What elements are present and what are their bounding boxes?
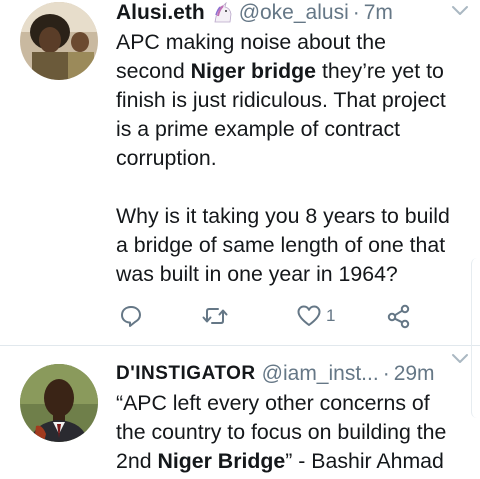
tweet-text-line: is a prime example of contract: [116, 117, 401, 141]
tweet-text-line: “APC left every other concerns of: [116, 391, 430, 415]
user-handle[interactable]: @oke_alusi: [239, 1, 349, 25]
tweet-text-line: APC making noise about the: [116, 30, 386, 54]
tweet-timestamp[interactable]: 7m: [364, 1, 393, 25]
avatar-photo: [20, 2, 98, 80]
tweet-text-line: the country to focus on building the: [116, 420, 447, 444]
chevron-down-icon[interactable]: [450, 352, 470, 366]
tweet-text-line: second Niger bridge they’re yet to: [116, 59, 444, 83]
retweet-icon: [202, 308, 228, 324]
separator-dot: ·: [352, 1, 360, 24]
tweet-text-line: finish is just ridiculous. That project: [116, 88, 446, 112]
share-button[interactable]: [386, 300, 412, 332]
like-icon: [297, 305, 321, 326]
hashtag-keyword: Niger bridge: [190, 59, 317, 83]
separator-dot: ·: [382, 362, 390, 385]
avatar-photo: [20, 364, 98, 442]
avatar[interactable]: [20, 364, 98, 442]
tweet-text-line: 2nd Niger Bridge” - Bashir Ahmad: [116, 449, 444, 473]
tweet-header: D'INSTIGATOR @iam_inst... · 29m: [116, 360, 464, 388]
tweet-text-line: Why is it taking you 8 years to build: [116, 204, 450, 228]
tweet[interactable]: D'INSTIGATOR @iam_inst... · 29m “APC lef…: [0, 346, 480, 479]
avatar[interactable]: [20, 2, 98, 80]
unicorn-emoji-icon: [211, 1, 235, 24]
retweet-button[interactable]: [201, 300, 229, 332]
chevron-down-icon[interactable]: [450, 4, 470, 18]
user-handle[interactable]: @iam_inst...: [262, 362, 379, 386]
scrollbar[interactable]: [471, 258, 480, 418]
like-count: 1: [326, 306, 336, 325]
tweet-text: “APC left every other concerns of the co…: [116, 389, 466, 476]
tweet-text: APC making noise about the second Niger …: [116, 28, 466, 289]
tweet-header: Alusi.eth @oke_alusi · 7m: [116, 0, 464, 27]
hashtag-keyword: Niger Bridge: [157, 449, 286, 473]
tweet-text-line: corruption.: [116, 146, 217, 170]
share-icon: [387, 304, 410, 329]
tweet-text-line: a bridge of same length of one that: [116, 233, 446, 257]
like-button[interactable]: 1: [296, 300, 335, 332]
tweet-timestamp[interactable]: 29m: [394, 362, 435, 386]
tweet-actions: 1: [116, 300, 436, 332]
display-name[interactable]: D'INSTIGATOR: [116, 363, 256, 385]
reply-icon: [121, 306, 141, 327]
tweet[interactable]: Alusi.eth @oke_alusi · 7m APC making noi…: [0, 0, 480, 345]
tweet-text-line: was built in one year in 1964?: [116, 262, 398, 286]
display-name[interactable]: Alusi.eth: [116, 1, 205, 25]
reply-button[interactable]: [118, 300, 144, 332]
